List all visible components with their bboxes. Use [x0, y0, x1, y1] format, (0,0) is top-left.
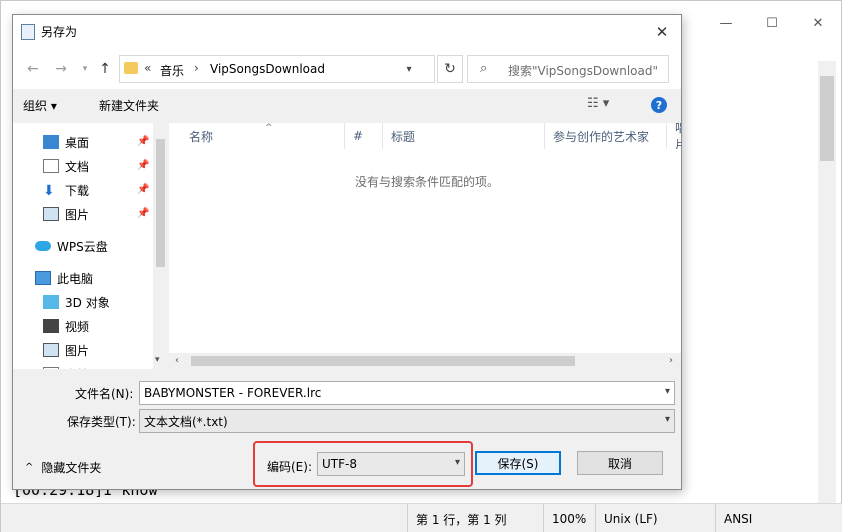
- column-header-title[interactable]: 标题: [383, 123, 545, 149]
- breadcrumb-separator[interactable]: ›: [194, 61, 199, 75]
- documents-icon: [43, 367, 59, 369]
- filename-input[interactable]: BABYMONSTER - FOREVER.lrc ▾: [139, 381, 675, 405]
- pin-icon: 📌: [137, 184, 150, 195]
- column-header-album[interactable]: 唱片: [667, 123, 681, 149]
- hide-folders-toggle[interactable]: ^ 隐藏文件夹: [25, 459, 101, 476]
- dialog-toolbar: 组织 ▾ 新建文件夹 ☷ ▾ ?: [13, 89, 681, 123]
- nav-item-label: 下载: [65, 183, 90, 198]
- cloud-icon: [35, 241, 51, 251]
- breadcrumb-vipsongs[interactable]: VipSongsDownload: [210, 62, 325, 76]
- status-position: 第 1 行，第 1 列: [407, 504, 539, 532]
- nav-item-label: WPS云盘: [57, 239, 108, 254]
- encoding-highlight: 编码(E): UTF-8 ▾: [253, 441, 473, 487]
- nav-item-label: 3D 对象: [65, 295, 110, 310]
- nav-item-label: 桌面: [65, 135, 90, 150]
- nav-item-documents-pc[interactable]: 文档: [43, 363, 168, 369]
- desktop-icon: [43, 135, 59, 149]
- pin-icon: 📌: [137, 160, 150, 171]
- encoding-value: UTF-8: [322, 457, 357, 471]
- pin-icon: 📌: [137, 208, 150, 219]
- encoding-label: 编码(E):: [267, 460, 312, 474]
- column-header-artists[interactable]: 参与创作的艺术家: [545, 123, 667, 149]
- new-folder-button[interactable]: 新建文件夹: [99, 97, 159, 114]
- cancel-button[interactable]: 取消: [577, 451, 663, 475]
- column-header-number[interactable]: #: [345, 123, 383, 149]
- window-controls: — ☐ ✕: [703, 1, 841, 45]
- computer-icon: [35, 271, 51, 285]
- documents-icon: [43, 159, 59, 173]
- column-header-name[interactable]: 名称: [169, 123, 345, 149]
- chevron-down-icon[interactable]: ▾: [665, 386, 670, 397]
- close-button[interactable]: ✕: [647, 19, 677, 45]
- pin-icon: 📌: [137, 136, 150, 147]
- scroll-left-icon[interactable]: ‹: [175, 355, 179, 366]
- nav-pane-scroll-thumb[interactable]: [156, 139, 165, 267]
- nav-item-3d-objects[interactable]: 3D 对象: [43, 291, 168, 313]
- address-bar[interactable]: « 音乐 › VipSongsDownload ▾: [119, 55, 435, 83]
- filetype-value: 文本文档(*.txt): [144, 414, 228, 429]
- search-placeholder: 搜索"VipSongsDownload": [508, 64, 659, 78]
- chevron-down-icon[interactable]: ▾: [665, 414, 670, 425]
- folder-icon: [124, 62, 138, 74]
- notepad-icon: [21, 24, 35, 40]
- navigation-pane: 桌面 📌 文档 📌 ⬇ 下载 📌 图片 📌 WPS云盘 此电脑 3D 对象 视频…: [13, 123, 168, 369]
- editor-scroll-thumb[interactable]: [820, 76, 834, 161]
- back-icon[interactable]: ←: [21, 57, 45, 81]
- file-list: 名称 ^ # 标题 参与创作的艺术家 唱片 没有与搜索条件匹配的项。 ‹ ›: [169, 123, 681, 369]
- hide-folders-label: 隐藏文件夹: [41, 461, 102, 475]
- organize-button[interactable]: 组织 ▾: [23, 97, 57, 114]
- refresh-button[interactable]: ↻: [437, 55, 463, 83]
- chevron-down-icon[interactable]: ▾: [455, 457, 460, 468]
- filetype-label: 保存类型(T):: [67, 415, 136, 429]
- dialog-title-bar: 另存为 ✕: [13, 15, 681, 49]
- view-options-icon[interactable]: ☷ ▾: [587, 96, 609, 111]
- maximize-button[interactable]: ☐: [749, 1, 795, 45]
- pictures-icon: [43, 207, 59, 221]
- download-icon: ⬇: [43, 183, 55, 199]
- nav-item-label: 图片: [65, 207, 90, 222]
- status-line-ending: Unix (LF): [595, 504, 711, 532]
- pictures-icon: [43, 343, 59, 357]
- nav-item-label: 文档: [65, 159, 90, 174]
- file-list-hscroll-thumb[interactable]: [191, 356, 575, 366]
- filetype-select[interactable]: 文本文档(*.txt) ▾: [139, 409, 675, 433]
- filename-label: 文件名(N):: [75, 387, 134, 401]
- search-input[interactable]: ⌕ 搜索"VipSongsDownload": [467, 55, 669, 83]
- breadcrumb-music[interactable]: 音乐: [160, 62, 184, 79]
- nav-item-label: 图片: [65, 343, 90, 358]
- nav-item-label: 视频: [65, 319, 90, 334]
- sort-ascending-icon: ^: [265, 123, 273, 133]
- nav-item-label: 文档: [65, 366, 89, 370]
- 3d-objects-icon: [43, 295, 59, 309]
- save-as-dialog: 另存为 ✕ ← → ▾ ↑ « 音乐 › VipSongsDownload ▾ …: [12, 14, 682, 490]
- navigation-row: ← → ▾ ↑ « 音乐 › VipSongsDownload ▾ ↻ ⌕ 搜索…: [13, 49, 681, 89]
- nav-item-label: 此电脑: [57, 271, 94, 286]
- forward-icon[interactable]: →: [49, 57, 73, 81]
- breadcrumb-overflow[interactable]: «: [144, 61, 151, 75]
- help-icon[interactable]: ?: [651, 97, 667, 113]
- scroll-down-icon[interactable]: ▾: [155, 355, 160, 365]
- status-encoding: ANSI: [715, 504, 815, 532]
- encoding-select[interactable]: UTF-8 ▾: [317, 452, 465, 476]
- nav-item-wps-cloud[interactable]: WPS云盘: [35, 235, 168, 257]
- minimize-button[interactable]: —: [703, 1, 749, 45]
- dialog-title: 另存为: [41, 25, 78, 39]
- status-bar: 第 1 行，第 1 列 100% Unix (LF) ANSI: [1, 503, 842, 532]
- chevron-up-icon: ^: [25, 462, 34, 473]
- up-icon[interactable]: ↑: [93, 57, 117, 81]
- search-icon: ⌕: [480, 61, 488, 76]
- scroll-right-icon[interactable]: ›: [669, 355, 673, 366]
- save-button[interactable]: 保存(S): [475, 451, 561, 475]
- nav-item-this-pc[interactable]: 此电脑: [35, 267, 168, 289]
- video-icon: [43, 319, 59, 333]
- close-window-button[interactable]: ✕: [795, 1, 841, 45]
- status-zoom: 100%: [543, 504, 593, 532]
- chevron-down-icon[interactable]: ▾: [398, 58, 420, 80]
- nav-item-videos[interactable]: 视频: [43, 315, 168, 337]
- empty-message: 没有与搜索条件匹配的项。: [355, 175, 500, 189]
- nav-item-pictures-pc[interactable]: 图片: [43, 339, 168, 361]
- filename-value: BABYMONSTER - FOREVER.lrc: [144, 386, 322, 400]
